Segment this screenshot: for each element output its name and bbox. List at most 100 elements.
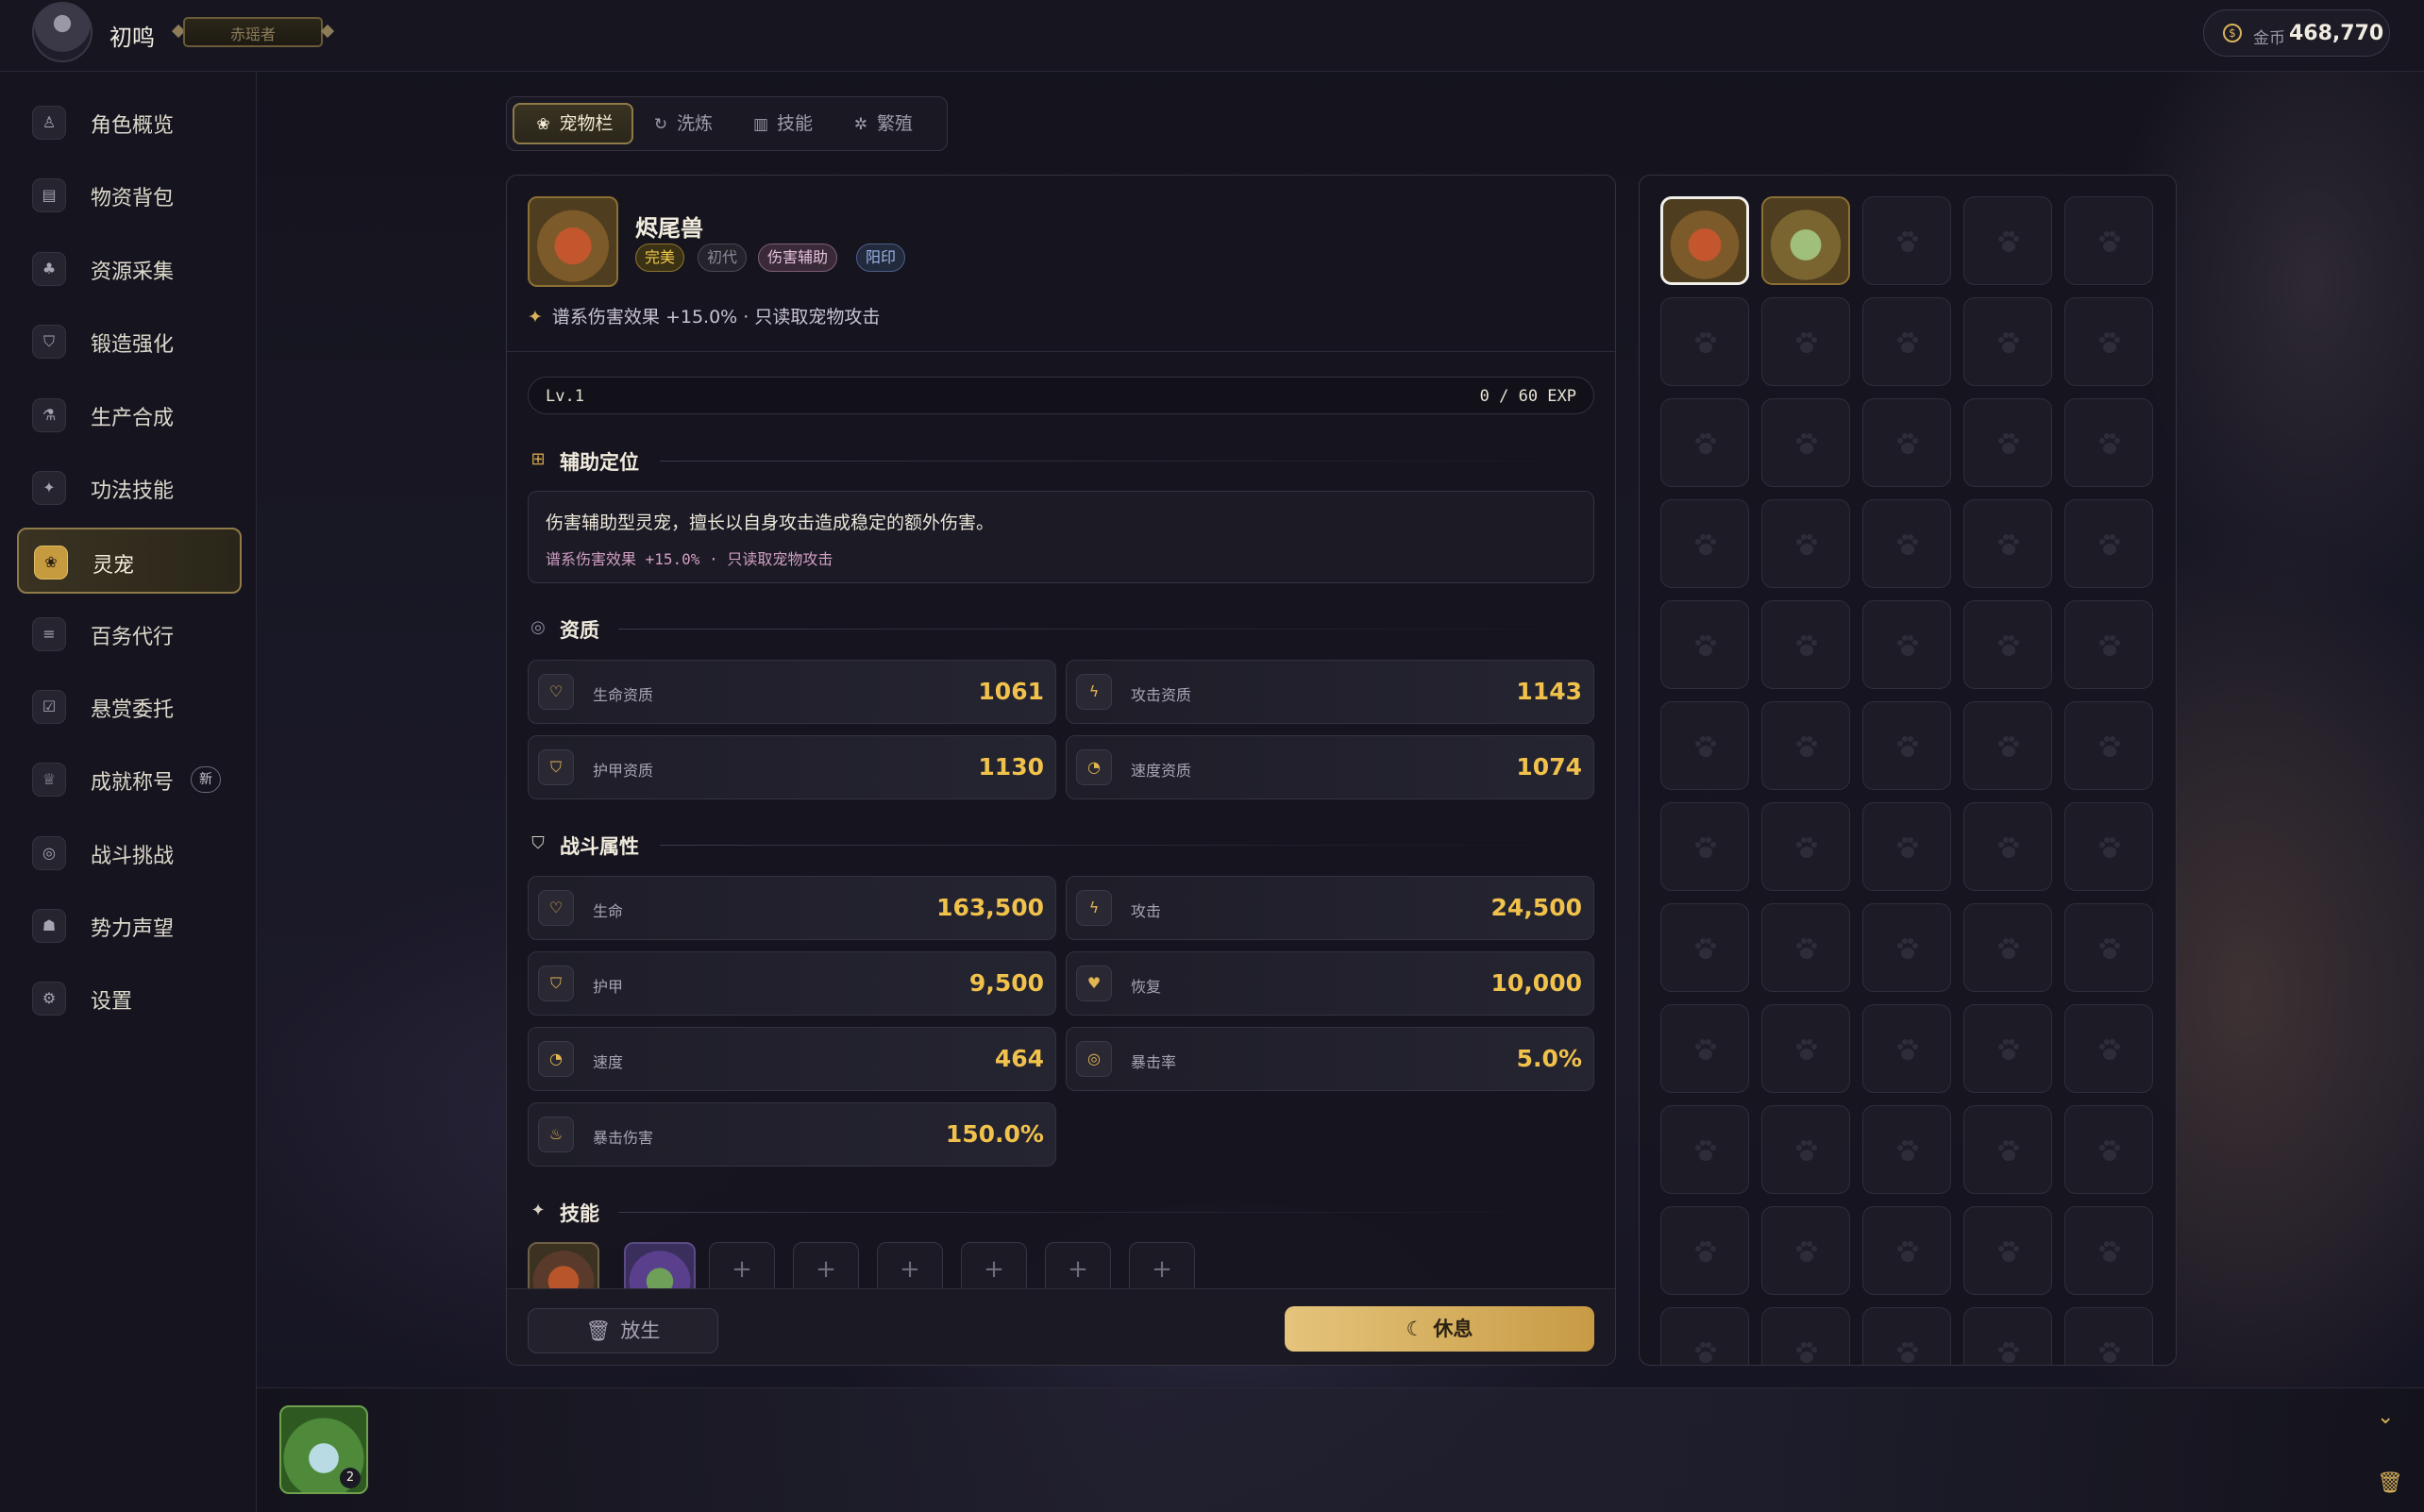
pet-slot-empty[interactable] bbox=[1660, 802, 1749, 891]
pet-slot-empty[interactable] bbox=[2064, 1105, 2153, 1194]
pet-slot-empty[interactable] bbox=[1660, 1004, 1749, 1093]
pet-slot-empty[interactable] bbox=[2064, 1206, 2153, 1295]
sidebar-item-overview[interactable]: ♙ 角色概览 bbox=[17, 90, 242, 156]
gauge-icon: ◔ bbox=[1076, 749, 1112, 785]
pet-slot-empty[interactable] bbox=[1862, 499, 1951, 588]
pet-slot-filled[interactable] bbox=[1761, 196, 1850, 285]
pet-slot-empty[interactable] bbox=[1660, 297, 1749, 386]
pet-slot-empty[interactable] bbox=[1761, 1307, 1850, 1365]
paw-icon bbox=[1695, 1039, 1716, 1060]
sidebar-item-pets[interactable]: ❀ 灵宠 bbox=[17, 528, 242, 594]
pet-slot-filled[interactable] bbox=[1660, 196, 1749, 285]
pet-slot-empty[interactable] bbox=[1761, 903, 1850, 992]
pet-slot-empty[interactable] bbox=[2064, 1004, 2153, 1093]
sidebar-item-label: 设置 bbox=[91, 990, 133, 1014]
tab-breeding[interactable]: ✲ 繁殖 bbox=[850, 103, 941, 144]
pet-slot-empty[interactable] bbox=[1963, 903, 2052, 992]
pet-slot-empty[interactable] bbox=[1660, 1105, 1749, 1194]
sidebar-item-achievements[interactable]: ♕ 成就称号 新 bbox=[17, 747, 242, 813]
sidebar-item-crafting[interactable]: ⚗ 生产合成 bbox=[17, 382, 242, 448]
tag-quality: 完美 bbox=[635, 244, 685, 272]
paw-icon bbox=[1897, 433, 1918, 454]
gear-icon: ⚙ bbox=[32, 982, 66, 1016]
pet-slot-empty[interactable] bbox=[1862, 1307, 1951, 1365]
rest-button[interactable]: ☾ 休息 bbox=[1285, 1306, 1594, 1352]
sidebar-item-inventory[interactable]: ▤ 物资背包 bbox=[17, 162, 242, 228]
pet-slot-empty[interactable] bbox=[1761, 802, 1850, 891]
pet-slot-empty[interactable] bbox=[1862, 802, 1951, 891]
tab-skills[interactable]: ▥ 技能 bbox=[750, 103, 835, 144]
pet-slot-empty[interactable] bbox=[1862, 1004, 1951, 1093]
pet-slot-empty[interactable] bbox=[1660, 701, 1749, 790]
pet-slot-empty[interactable] bbox=[1761, 1105, 1850, 1194]
pet-slot-empty[interactable] bbox=[1862, 1206, 1951, 1295]
pet-slot-empty[interactable] bbox=[1761, 499, 1850, 588]
heart-filled-icon: ♥ bbox=[1076, 966, 1112, 1001]
tab-pet-roster[interactable]: ❀ 宠物栏 bbox=[513, 103, 633, 144]
pet-slot-empty[interactable] bbox=[1761, 1004, 1850, 1093]
stat-speed: ◔ 速度 464 bbox=[528, 1027, 1056, 1091]
pet-slot-empty[interactable] bbox=[1761, 297, 1850, 386]
sidebar-item-reputation[interactable]: ☗ 势力声望 bbox=[17, 893, 242, 959]
pet-slot-empty[interactable] bbox=[1761, 600, 1850, 689]
pet-slot-empty[interactable] bbox=[1963, 398, 2052, 487]
tag-seal: 阳印 bbox=[856, 244, 906, 272]
pet-slot-empty[interactable] bbox=[1761, 701, 1850, 790]
pet-slot-empty[interactable] bbox=[2064, 196, 2153, 285]
pet-slot-empty[interactable] bbox=[2064, 903, 2153, 992]
pet-slot-empty[interactable] bbox=[1761, 398, 1850, 487]
pet-slot-empty[interactable] bbox=[1862, 600, 1951, 689]
flame-icon: ♨ bbox=[538, 1117, 574, 1152]
pet-slot-empty[interactable] bbox=[1963, 600, 2052, 689]
sidebar-item-settings[interactable]: ⚙ 设置 bbox=[17, 966, 242, 1032]
pet-slot-empty[interactable] bbox=[1963, 499, 2052, 588]
pet-slot-empty[interactable] bbox=[1660, 499, 1749, 588]
potion-item[interactable]: 2 bbox=[279, 1405, 368, 1494]
sidebar-item-errands[interactable]: ≡ 百务代行 bbox=[17, 601, 242, 667]
paw-icon bbox=[1695, 938, 1716, 959]
pet-slot-empty[interactable] bbox=[1963, 297, 2052, 386]
pet-slot-empty[interactable] bbox=[1660, 398, 1749, 487]
pet-slot-empty[interactable] bbox=[1660, 600, 1749, 689]
pet-slot-empty[interactable] bbox=[2064, 398, 2153, 487]
sidebar-item-bounties[interactable]: ☑ 悬赏委托 bbox=[17, 674, 242, 740]
pet-slot-empty[interactable] bbox=[1862, 701, 1951, 790]
pet-slot-empty[interactable] bbox=[1963, 1206, 2052, 1295]
pet-slot-empty[interactable] bbox=[1862, 903, 1951, 992]
pet-slot-empty[interactable] bbox=[1963, 802, 2052, 891]
release-button[interactable]: 🗑 放生 bbox=[528, 1308, 718, 1353]
pet-slot-empty[interactable] bbox=[2064, 802, 2153, 891]
sidebar-item-battle[interactable]: ◎ 战斗挑战 bbox=[17, 820, 242, 886]
pet-slot-empty[interactable] bbox=[1862, 1105, 1951, 1194]
pet-slot-empty[interactable] bbox=[1862, 297, 1951, 386]
list-check-icon: ≡ bbox=[32, 617, 66, 651]
pet-slot-empty[interactable] bbox=[2064, 600, 2153, 689]
trash-icon[interactable]: 🗑 bbox=[2377, 1471, 2403, 1495]
pet-slot-empty[interactable] bbox=[1761, 1206, 1850, 1295]
pet-slot-empty[interactable] bbox=[2064, 1307, 2153, 1365]
pet-slot-empty[interactable] bbox=[1963, 196, 2052, 285]
pet-slot-empty[interactable] bbox=[1963, 701, 2052, 790]
player-avatar[interactable] bbox=[32, 2, 93, 62]
pet-slot-empty[interactable] bbox=[2064, 297, 2153, 386]
pet-slot-empty[interactable] bbox=[2064, 499, 2153, 588]
paw-icon bbox=[1695, 1241, 1716, 1262]
pet-slot-empty[interactable] bbox=[1660, 1206, 1749, 1295]
pet-slot-empty[interactable] bbox=[1963, 1004, 2052, 1093]
sidebar-item-forging[interactable]: ⛉ 锻造强化 bbox=[17, 309, 242, 375]
tag-generation: 初代 bbox=[698, 244, 748, 272]
sidebar-item-skills[interactable]: ✦ 功法技能 bbox=[17, 455, 242, 521]
paw-icon bbox=[1998, 837, 2019, 858]
pet-slot-empty[interactable] bbox=[1660, 903, 1749, 992]
chevron-down-icon[interactable]: ⌄ bbox=[2377, 1405, 2394, 1429]
pet-slot-empty[interactable] bbox=[1963, 1105, 2052, 1194]
paw-icon bbox=[1796, 534, 1817, 555]
pet-slot-empty[interactable] bbox=[1862, 196, 1951, 285]
pet-slot-empty[interactable] bbox=[1963, 1307, 2052, 1365]
tab-refine[interactable]: ↻ 洗炼 bbox=[650, 103, 735, 144]
pet-slot-empty[interactable] bbox=[1660, 1307, 1749, 1365]
pet-slot-empty[interactable] bbox=[2064, 701, 2153, 790]
pet-slot-empty[interactable] bbox=[1862, 398, 1951, 487]
user-icon: ♙ bbox=[32, 106, 66, 140]
sidebar-item-gathering[interactable]: ♣ 资源采集 bbox=[17, 236, 242, 302]
